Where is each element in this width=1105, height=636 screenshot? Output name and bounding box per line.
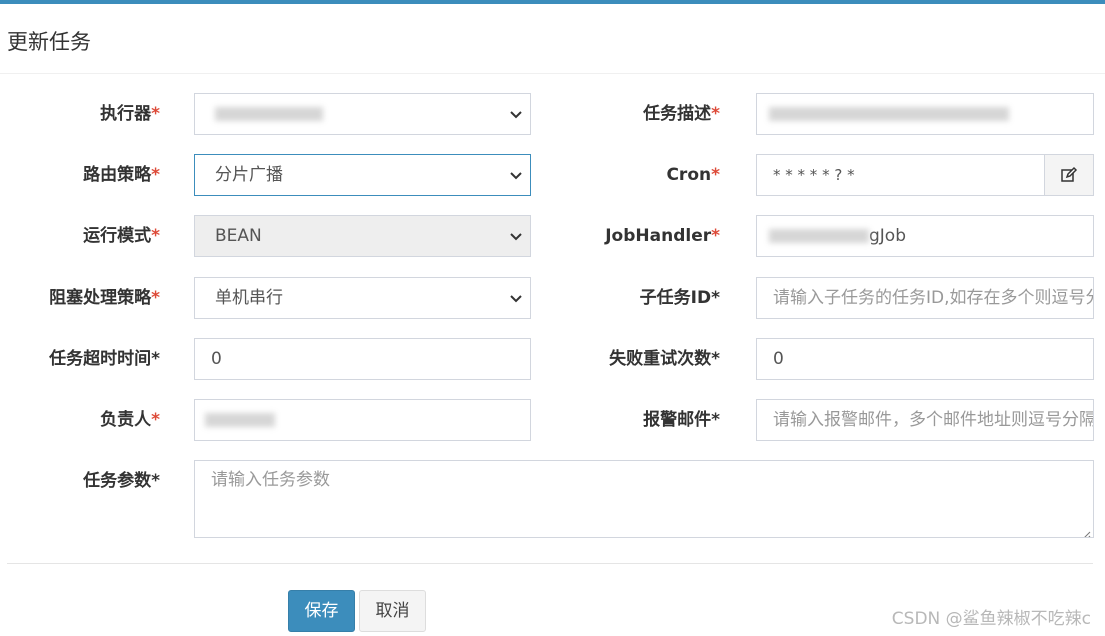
chevron-down-icon (509, 168, 523, 182)
watermark: CSDN @鲨鱼辣椒不吃辣c (891, 609, 1091, 629)
timeout-label: 任务超时时间* (49, 349, 160, 369)
route-strategy-value: 分片广播 (215, 165, 283, 185)
chevron-down-icon (509, 107, 523, 121)
cron-input[interactable]: * * * * * ? * (756, 154, 1045, 196)
jobhandler-label: JobHandler* (605, 226, 720, 246)
redacted-value (769, 107, 1009, 121)
child-job-label: 子任务ID* (639, 288, 720, 308)
cron-label: Cron* (666, 165, 720, 185)
chevron-down-icon (509, 291, 523, 305)
footer-divider (7, 563, 1093, 564)
retry-count-value: 0 (773, 349, 784, 369)
job-param-textarea[interactable]: 请输入任务参数 (194, 460, 1094, 538)
redacted-value (215, 107, 323, 121)
block-strategy-select[interactable]: 单机串行 (194, 277, 531, 319)
executor-select[interactable] (194, 93, 531, 135)
jobhandler-value-suffix: gJob (869, 226, 906, 246)
block-strategy-value: 单机串行 (215, 288, 283, 308)
chevron-down-icon (509, 229, 523, 243)
param-label: 任务参数* (83, 471, 160, 491)
owner-input[interactable] (194, 399, 531, 441)
retry-label: 失败重试次数* (609, 349, 720, 369)
edit-icon (1061, 166, 1078, 182)
timeout-input[interactable]: 0 (194, 338, 531, 380)
cancel-button[interactable]: 取消 (359, 590, 426, 632)
timeout-value: 0 (211, 349, 222, 369)
child-job-placeholder: 请输入子任务的任务ID,如存在多个则逗号分隔 (773, 288, 1094, 308)
jobhandler-input[interactable]: gJob (756, 215, 1094, 257)
modal-header: 更新任务 (0, 4, 1105, 74)
cron-value: * * * * * ? * (773, 166, 855, 184)
child-job-id-input[interactable]: 请输入子任务的任务ID,如存在多个则逗号分隔 (756, 277, 1094, 319)
alarm-email-placeholder: 请输入报警邮件，多个邮件地址则逗号分隔 (773, 410, 1094, 430)
retry-count-input[interactable]: 0 (756, 338, 1094, 380)
route-label: 路由策略* (83, 165, 160, 185)
redacted-value (205, 413, 275, 427)
job-param-placeholder: 请输入任务参数 (211, 470, 330, 490)
route-strategy-select[interactable]: 分片广播 (194, 154, 531, 196)
executor-label: 执行器* (100, 104, 160, 124)
run-mode-value: BEAN (215, 226, 262, 246)
redacted-value (769, 229, 869, 243)
alarm-email-input[interactable]: 请输入报警邮件，多个邮件地址则逗号分隔 (756, 399, 1094, 441)
modal-title: 更新任务 (7, 30, 91, 54)
owner-label: 负责人* (100, 410, 160, 430)
desc-label: 任务描述* (643, 104, 720, 124)
block-strategy-label: 阻塞处理策略* (49, 288, 160, 308)
save-button[interactable]: 保存 (288, 590, 355, 632)
mode-label: 运行模式* (83, 226, 160, 246)
alarm-email-label: 报警邮件* (643, 410, 720, 430)
resize-grip-icon[interactable] (1081, 525, 1091, 537)
cron-edit-button[interactable] (1044, 154, 1094, 196)
desc-input[interactable] (756, 93, 1094, 135)
run-mode-select[interactable]: BEAN (194, 215, 531, 257)
